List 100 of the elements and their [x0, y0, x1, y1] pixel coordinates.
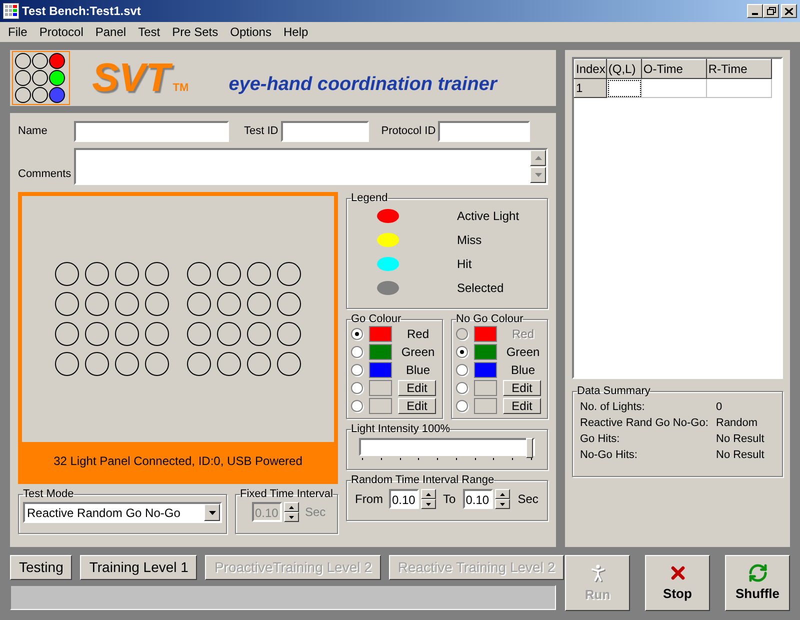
menu-item[interactable]: Help [277, 23, 314, 41]
edit-button[interactable]: Edit [398, 380, 436, 396]
from-field[interactable]: 0.10 [389, 489, 419, 509]
to-label: To [443, 491, 456, 508]
unit-label: Sec [305, 504, 326, 521]
colour-label: Green [400, 344, 436, 361]
summary-label: No. of Lights: [580, 400, 646, 415]
menu-item[interactable]: Panel [89, 23, 132, 41]
action-button[interactable]: Stop [645, 555, 710, 611]
colour-swatch[interactable] [369, 326, 392, 342]
colour-swatch[interactable] [369, 398, 392, 414]
colour-swatch[interactable] [369, 344, 392, 360]
comments-field[interactable] [74, 148, 548, 185]
mode-button[interactable]: Training Level 1 [80, 555, 198, 580]
radio-button[interactable] [351, 364, 363, 376]
radio-button[interactable] [456, 364, 468, 376]
summary-label: Go Hits: [580, 432, 621, 447]
row-header: 1 [574, 78, 607, 98]
field-label: Protocol ID [381, 124, 436, 140]
summary-value: 0 [716, 400, 722, 415]
column-header[interactable]: O-Time [642, 60, 707, 78]
colour-swatch[interactable] [474, 362, 497, 378]
minimize-button[interactable] [747, 4, 763, 18]
tagline: eye-hand coordination trainer [228, 72, 497, 97]
dropdown-arrow-icon [208, 510, 216, 514]
group-title: Legend [351, 192, 388, 204]
radio-button[interactable] [351, 328, 363, 340]
close-button[interactable] [781, 4, 797, 18]
radio-button[interactable] [351, 400, 363, 412]
summary-value: Random [716, 416, 758, 431]
radio-button[interactable] [456, 346, 468, 358]
menu-item[interactable]: File [2, 23, 34, 41]
dropdown-value: Reactive Random Go No-Go [26, 504, 182, 522]
radio-button[interactable] [351, 346, 363, 358]
column-header[interactable]: R-Time [706, 60, 772, 78]
protocol-id-field[interactable] [438, 121, 530, 142]
scroll-down-icon [534, 173, 542, 177]
group-title: Test Mode [23, 488, 74, 500]
slider-thumb[interactable] [526, 438, 533, 458]
to-field[interactable]: 0.10 [462, 489, 493, 509]
app-icon [3, 3, 19, 19]
intensity-slider[interactable] [359, 438, 535, 463]
name-field[interactable] [74, 121, 229, 142]
scrollbar[interactable] [530, 150, 546, 183]
group-title: Light Intensity 100% [351, 423, 450, 435]
window-title: Test Bench:Test1.svt [22, 3, 142, 20]
field-label: Test ID [244, 124, 278, 140]
edit-button[interactable]: Edit [503, 380, 541, 396]
spinner-arrows[interactable] [421, 489, 436, 509]
summary-value: No Result [716, 432, 764, 447]
radio-button[interactable] [351, 382, 363, 394]
legend-label: Selected [457, 280, 504, 296]
action-button[interactable]: Shuffle [725, 555, 790, 611]
radio-button[interactable] [456, 400, 468, 412]
table-cell [606, 78, 642, 98]
table-cell [642, 78, 707, 98]
field-label: Name [18, 124, 48, 140]
colour-label: Blue [510, 362, 536, 379]
spinner-arrows[interactable] [494, 489, 510, 509]
mode-button[interactable]: Testing [10, 555, 72, 580]
trademark-text: TM [172, 80, 189, 96]
edit-button[interactable]: Edit [503, 398, 541, 414]
group-title: No Go Colour [456, 313, 524, 325]
table-cell [706, 78, 772, 98]
edit-button[interactable]: Edit [398, 398, 436, 414]
colour-swatch[interactable] [474, 398, 497, 414]
menu-item[interactable]: Protocol [33, 23, 90, 41]
group-title: Data Summary [577, 385, 650, 397]
from-label: From [355, 491, 383, 508]
restore-button[interactable] [763, 4, 779, 18]
panel-status: 32 Light Panel Connected, ID:0, USB Powered [52, 453, 304, 470]
legend-label: Miss [457, 232, 482, 248]
colour-label: Green [505, 344, 541, 361]
field-label: Comments [18, 166, 72, 182]
legend-label: Hit [457, 256, 472, 272]
group-title: Random Time Interval Range [351, 474, 494, 486]
spinner-arrows[interactable] [284, 502, 299, 522]
colour-label: Red [510, 326, 535, 343]
summary-label: Reactive Rand Go No-Go: [580, 416, 710, 431]
colour-swatch[interactable] [369, 380, 392, 396]
colour-swatch[interactable] [369, 362, 392, 378]
menu-item[interactable]: Test [132, 23, 166, 41]
group-title: Fixed Time Interval [240, 488, 333, 500]
test-mode-dropdown[interactable]: Reactive Random Go No-Go [23, 502, 222, 523]
menu-item[interactable]: Pre Sets [166, 23, 224, 41]
colour-label: Blue [404, 362, 432, 379]
colour-swatch[interactable] [474, 344, 497, 360]
refresh-icon [748, 562, 768, 583]
radio-button[interactable] [456, 382, 468, 394]
colour-swatch[interactable] [474, 380, 497, 396]
column-header[interactable]: Index [574, 60, 607, 78]
close-icon [785, 8, 793, 14]
column-header[interactable]: (Q,L) [606, 60, 642, 78]
test-id-field[interactable] [281, 121, 370, 142]
menu-item[interactable]: Options [224, 23, 278, 41]
legend-label: Active Light [457, 208, 520, 224]
colour-label: Red [406, 326, 430, 343]
logo-text: SVT [92, 58, 170, 98]
summary-value: No Result [716, 448, 764, 463]
group-title: Go Colour [351, 313, 402, 325]
